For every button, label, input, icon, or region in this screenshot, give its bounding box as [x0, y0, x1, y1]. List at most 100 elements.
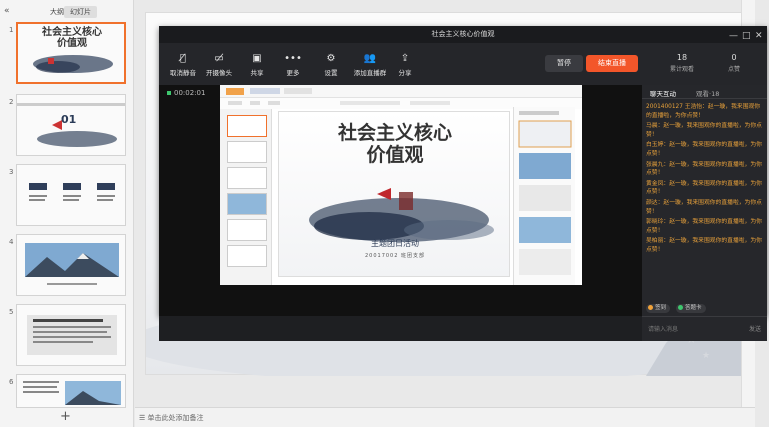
shared-template-art [518, 111, 572, 275]
slide-thumbnail-2[interactable]: 01 [16, 94, 126, 156]
likes-value: 0 [731, 53, 737, 62]
shared-slide-date: 20017002 班团支部 [364, 253, 426, 259]
chat-message: 2001400127 王浩怡：赵一璇，我来围观你的直播啦，为你点赞！ [646, 104, 761, 119]
share-icon: ⇪ [400, 53, 410, 64]
shared-slide-list [220, 109, 272, 285]
chat-message: 张晨九：赵一璇，我来围观你的直播啦，为你点赞！ [646, 161, 762, 177]
slide-thumbnail-4[interactable] [16, 234, 126, 296]
settings-label: 设置 [324, 69, 338, 77]
timer-value: 00:02:01 [174, 89, 206, 97]
share-screen-icon: ▣ [252, 53, 262, 64]
slide-thumbnail-1[interactable]: 社会主义核心 价值观 [16, 22, 126, 84]
chat-message: 郭晓玲：赵一璇，我来围观你的直播啦，为你点赞！ [646, 219, 762, 234]
shared-thumb [227, 141, 267, 163]
shared-screen: 社会主义核心 价值观 主题团日活动 20017002 班团支部 [220, 85, 582, 285]
shared-app-tabbar [220, 85, 582, 98]
end-live-button[interactable]: 结束直播 [586, 55, 638, 72]
slide-number: 5 [9, 308, 14, 316]
chat-message: 白玉婷：赵一璇，我来围观你的直播啦，为你点赞！ [646, 142, 762, 157]
slide-3-art [29, 183, 115, 201]
chat-panel: 聊天互动 观看·18 2001400127 王浩怡：赵一璇，我来围观你的直播啦，… [642, 85, 767, 316]
chat-input[interactable]: 请输入消息 [648, 324, 678, 333]
add-group-icon: 👥 [363, 53, 377, 64]
chat-message: 颜达：赵一璇，我来围观你的直播啦，为你点赞！ [646, 199, 762, 215]
camera-button[interactable]: ▭̸ 开摄像头 [201, 52, 237, 77]
slide-number: 2 [9, 98, 14, 106]
answer-card-label: 答题卡 [685, 305, 702, 311]
shared-slide: 社会主义核心 价值观 主题团日活动 20017002 班团支部 [278, 111, 510, 277]
views-stat: 18 累计观看 [662, 53, 702, 73]
shared-thumb [227, 167, 267, 189]
slide-number: 6 [9, 378, 14, 386]
svg-text:★: ★ [702, 351, 710, 361]
chat-tabs: 聊天互动 观看·18 [642, 85, 767, 99]
pause-button[interactable]: 暂停 [545, 55, 583, 72]
chat-message: 黄金凤：赵一璇，我来围观你的直播啦，为你点赞！ [646, 180, 762, 196]
tab-viewers[interactable]: 观看·18 [696, 88, 719, 98]
slide-4-art [25, 243, 119, 285]
slide-2-title: 01 [61, 113, 77, 126]
add-group-button[interactable]: 👥 添加直播群 [349, 52, 391, 77]
views-label: 累计观看 [669, 66, 694, 73]
likes-label: 点赞 [727, 66, 740, 73]
gear-icon: ⚙ [326, 53, 336, 64]
camera-label: 开摄像头 [206, 69, 232, 77]
share-screen-label: 共享 [250, 69, 264, 77]
settings-button[interactable]: ⚙ 设置 [313, 52, 349, 77]
checkin-icon [648, 304, 653, 310]
shared-tab [250, 88, 280, 94]
slide-thumbnail-5[interactable] [16, 304, 126, 366]
notes-icon: ☰ [139, 414, 148, 422]
notes-bar[interactable]: ☰ 单击此处添加备注 [135, 407, 755, 427]
shared-tab [284, 88, 312, 94]
more-button[interactable]: ••• 更多 [275, 52, 311, 77]
checkin-button[interactable]: 签到 [646, 304, 671, 313]
views-value: 18 [676, 53, 688, 62]
answer-card-button[interactable]: 答题卡 [676, 304, 706, 313]
more-icon: ••• [284, 53, 302, 64]
answer-card-icon [678, 304, 683, 310]
shared-template-pane [513, 107, 575, 285]
stream-preview: 00:02:01 社会主义核心 价值观 主题团日活动 20017002 班团支部 [159, 85, 642, 316]
shared-thumb [227, 219, 267, 241]
preview-bottom-bar [159, 316, 642, 341]
slide-number: 1 [9, 26, 14, 34]
notes-placeholder: 单击此处添加备注 [147, 414, 204, 422]
shared-slide-subtitle: 主题团日活动 [371, 239, 419, 248]
share-label: 分享 [398, 69, 412, 77]
live-stream-window: 社会主义核心价值观 — □ ✕ 🎙̸ 取消静音 ▭̸ 开摄像头 ▣ 共享 •••… [159, 26, 767, 341]
shared-thumb [227, 115, 267, 137]
chat-message: 吴柏丽：赵一璇，我来围观你的直播啦，为你点赞！ [646, 238, 762, 253]
slide-number: 3 [9, 168, 14, 176]
shared-thumb [227, 245, 267, 267]
share-button[interactable]: ⇪ 分享 [387, 52, 423, 77]
camera-off-icon: ▭̸ [214, 53, 224, 64]
tab-slides[interactable]: 幻灯片 [64, 6, 97, 18]
unmute-button[interactable]: 🎙̸ 取消静音 [165, 52, 201, 77]
shared-thumb [227, 193, 267, 215]
live-window-title: 社会主义核心价值观 — □ ✕ [159, 26, 767, 43]
slide-6-art [23, 381, 121, 405]
likes-stat: 0 点赞 [714, 53, 754, 73]
slide-thumbnail-6[interactable] [16, 374, 126, 408]
slide-thumbnail-3[interactable] [16, 164, 126, 226]
slide-number: 4 [9, 238, 14, 246]
add-slide-button[interactable]: + [60, 409, 71, 424]
share-screen-button[interactable]: ▣ 共享 [239, 52, 275, 77]
slide-1-title: 社会主义核心 价值观 [42, 27, 102, 49]
send-button[interactable]: 发送 [749, 324, 761, 333]
signal-icon [167, 91, 171, 95]
double-chevron-left-icon[interactable]: « [4, 6, 10, 16]
slide-5-art [27, 315, 117, 355]
live-title-text: 社会主义核心价值观 [431, 30, 495, 38]
checkin-label: 签到 [655, 305, 667, 311]
chat-messages: 2001400127 王浩怡：赵一璇，我来围观你的直播啦，为你点赞！ 马晨：赵一… [646, 103, 764, 257]
more-label: 更多 [286, 69, 300, 77]
chat-message: 马晨：赵一璇，我来围观你的直播啦，为你点赞！ [646, 123, 762, 138]
slide-panel: « 大纲 幻灯片 1 社会主义核心 价值观 2 01 3 4 5 6 + [0, 0, 134, 427]
chat-input-row: 请输入消息 发送 [642, 316, 767, 341]
add-group-label: 添加直播群 [353, 69, 387, 77]
tab-chat[interactable]: 聊天互动 [650, 88, 676, 98]
unmute-label: 取消静音 [170, 69, 196, 77]
shared-slide-title: 社会主义核心 价值观 [337, 122, 452, 166]
